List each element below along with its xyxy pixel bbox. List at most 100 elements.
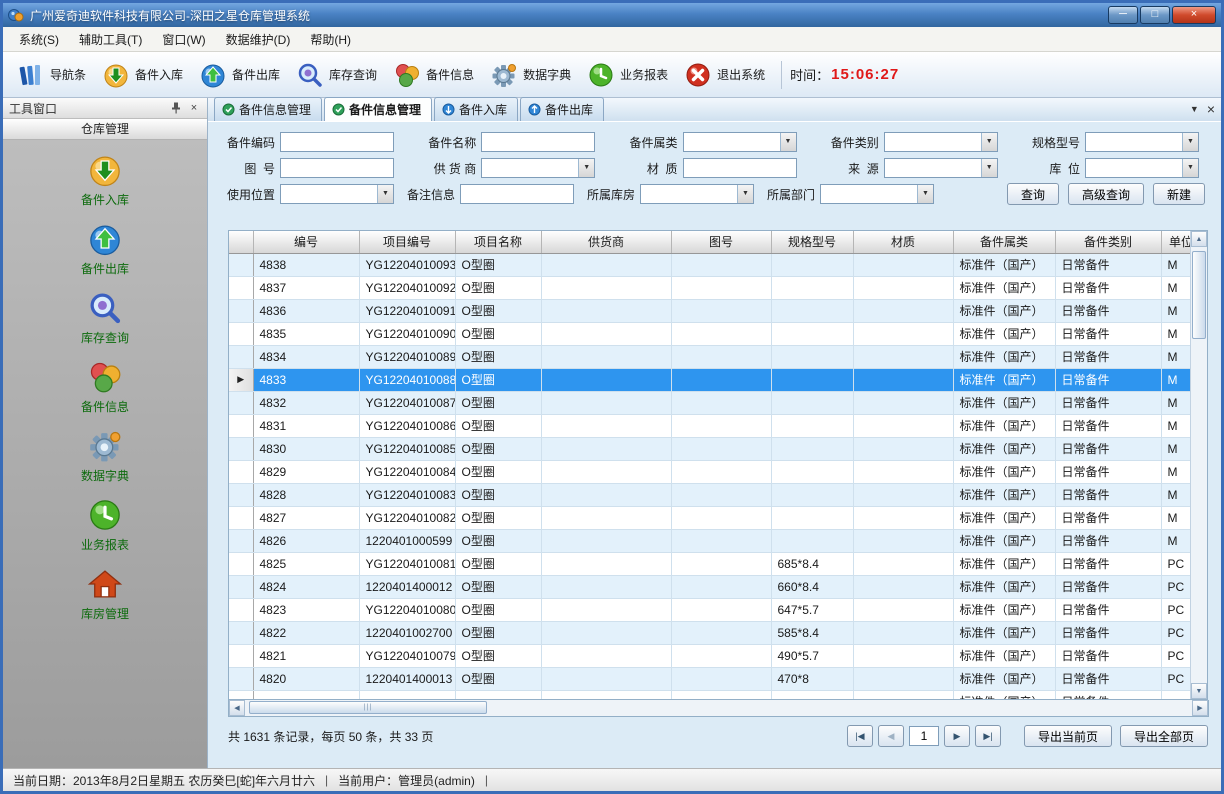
part-category-select[interactable]: ▼ xyxy=(683,132,797,152)
horizontal-scrollbar[interactable]: ◀ ||| ▶ xyxy=(228,700,1209,717)
source-select[interactable]: ▼ xyxy=(884,158,998,178)
column-header[interactable]: 项目名称 xyxy=(455,231,541,253)
scroll-down-icon[interactable]: ▼ xyxy=(1191,683,1207,699)
column-header[interactable]: 规格型号 xyxy=(771,231,853,253)
column-header[interactable]: 项目编号 xyxy=(359,231,455,253)
table-row[interactable]: 4837YG12204010092O型圈标准件（国产）日常备件M xyxy=(229,276,1190,299)
table-row[interactable]: 4821YG12204010079O型圈490*5.7标准件（国产）日常备件PC xyxy=(229,644,1190,667)
inventory-query-button[interactable]: 库存查询 xyxy=(288,56,385,94)
table-row[interactable]: 48261220401000599O型圈标准件（国产）日常备件M xyxy=(229,529,1190,552)
maximize-button[interactable]: □ xyxy=(1140,6,1170,24)
table-row[interactable]: 4831YG12204010086O型圈标准件（国产）日常备件M xyxy=(229,414,1190,437)
nav-bar-button[interactable]: 导航条 xyxy=(9,56,94,94)
parts-inbound-button[interactable]: 备件入库 xyxy=(94,56,191,94)
department-select[interactable]: ▼ xyxy=(820,184,934,204)
drawing-no-input[interactable] xyxy=(280,158,394,178)
supplier-select[interactable]: ▼ xyxy=(481,158,595,178)
use-position-select[interactable]: ▼ xyxy=(280,184,394,204)
tool-window-panel: 工具窗口 × 仓库管理 备件入库 xyxy=(3,98,208,768)
table-row[interactable]: 4835YG12204010090O型圈标准件（国产）日常备件M xyxy=(229,322,1190,345)
column-header[interactable]: 备件属类 xyxy=(953,231,1055,253)
table-row[interactable]: 标准件（国产）日常备件 xyxy=(229,690,1190,699)
row-indicator xyxy=(229,552,253,575)
horizontal-scroll-track[interactable]: ||| xyxy=(245,700,1192,716)
table-row[interactable]: 4825YG12204010081O型圈685*8.4标准件（国产）日常备件PC xyxy=(229,552,1190,575)
part-name-input[interactable] xyxy=(481,132,595,152)
page-number-input[interactable] xyxy=(909,726,939,746)
tab-parts-info-management-1[interactable]: 备件信息管理 xyxy=(214,97,322,121)
table-row[interactable]: 4838YG12204010093O型圈标准件（国产）日常备件M xyxy=(229,253,1190,276)
table-row[interactable]: 4836YG12204010091O型圈标准件（国产）日常备件M xyxy=(229,299,1190,322)
table-row[interactable]: 4834YG12204010089O型圈标准件（国产）日常备件M xyxy=(229,345,1190,368)
menu-data-maintenance[interactable]: 数据维护(D) xyxy=(216,27,301,52)
table-row[interactable]: 48221220401002700O型圈585*8.4标准件（国产）日常备件PC xyxy=(229,621,1190,644)
table-row[interactable]: ▶4833YG12204010088O型圈标准件（国产）日常备件M xyxy=(229,368,1190,391)
next-page-button[interactable]: ▶ xyxy=(944,725,970,747)
sidebar-item-data-dictionary[interactable]: 数据字典 xyxy=(3,428,207,484)
tab-parts-inbound[interactable]: 备件入库 xyxy=(434,97,518,121)
new-button[interactable]: 新建 xyxy=(1153,183,1205,205)
warehouse-management-caption[interactable]: 仓库管理 xyxy=(3,119,207,140)
tab-list-dropdown-icon[interactable]: ▼ xyxy=(1190,104,1199,114)
business-report-button[interactable]: 业务报表 xyxy=(579,56,676,94)
scroll-up-icon[interactable]: ▲ xyxy=(1191,231,1207,247)
table-row[interactable]: 4832YG12204010087O型圈标准件（国产）日常备件M xyxy=(229,391,1190,414)
pin-icon[interactable] xyxy=(169,101,183,115)
sidebar-item-business-report[interactable]: 业务报表 xyxy=(3,497,207,553)
column-header[interactable]: 备件类别 xyxy=(1055,231,1161,253)
column-header[interactable]: 单位 xyxy=(1161,231,1190,253)
vertical-scrollbar[interactable]: ▲ ▼ xyxy=(1190,231,1207,699)
table-row[interactable]: 48201220401400013O型圈470*8标准件（国产）日常备件PC xyxy=(229,667,1190,690)
close-button[interactable]: × xyxy=(1172,6,1216,24)
nav-bar-label: 导航条 xyxy=(50,66,86,83)
material-input[interactable] xyxy=(683,158,797,178)
vertical-scroll-thumb[interactable] xyxy=(1192,251,1206,339)
scroll-left-icon[interactable]: ◀ xyxy=(229,700,245,716)
tab-area-close-icon[interactable]: × xyxy=(1207,101,1215,117)
spec-model-select[interactable]: ▼ xyxy=(1085,132,1199,152)
minimize-button[interactable]: ─ xyxy=(1108,6,1138,24)
table-row[interactable]: 4828YG12204010083O型圈标准件（国产）日常备件M xyxy=(229,483,1190,506)
menu-aux-tools[interactable]: 辅助工具(T) xyxy=(69,27,152,52)
sidebar-item-parts-info[interactable]: 备件信息 xyxy=(3,359,207,415)
table-row[interactable]: 4823YG12204010080O型圈647*5.7标准件（国产）日常备件PC xyxy=(229,598,1190,621)
data-dictionary-button[interactable]: 数据字典 xyxy=(482,56,579,94)
table-row[interactable]: 4827YG12204010082O型圈标准件（国产）日常备件M xyxy=(229,506,1190,529)
column-header[interactable]: 供货商 xyxy=(541,231,671,253)
advanced-query-button[interactable]: 高级查询 xyxy=(1068,183,1144,205)
table-row[interactable]: 4830YG12204010085O型圈标准件（国产）日常备件M xyxy=(229,437,1190,460)
column-header[interactable]: 编号 xyxy=(253,231,359,253)
horizontal-scroll-thumb[interactable]: ||| xyxy=(249,701,487,714)
vertical-scroll-track[interactable] xyxy=(1191,247,1207,683)
tab-parts-outbound[interactable]: 备件出库 xyxy=(520,97,604,121)
tool-window-close-icon[interactable]: × xyxy=(187,101,201,115)
remark-input[interactable] xyxy=(460,184,574,204)
menu-help[interactable]: 帮助(H) xyxy=(300,27,361,52)
part-code-input[interactable] xyxy=(280,132,394,152)
sidebar-item-parts-outbound[interactable]: 备件出库 xyxy=(3,221,207,277)
scroll-right-icon[interactable]: ▶ xyxy=(1192,700,1208,716)
export-current-page-button[interactable]: 导出当前页 xyxy=(1024,725,1112,747)
tab-parts-info-management-2[interactable]: 备件信息管理 xyxy=(324,97,432,121)
bin-location-select[interactable]: ▼ xyxy=(1085,158,1199,178)
menu-system[interactable]: 系统(S) xyxy=(9,27,69,52)
prev-page-button[interactable]: ◀ xyxy=(878,725,904,747)
column-header[interactable]: 材质 xyxy=(853,231,953,253)
query-button[interactable]: 查询 xyxy=(1007,183,1059,205)
column-header[interactable]: 图号 xyxy=(671,231,771,253)
last-page-button[interactable]: ▶| xyxy=(975,725,1001,747)
exit-system-button[interactable]: 退出系统 xyxy=(676,56,773,94)
sidebar-item-parts-inbound[interactable]: 备件入库 xyxy=(3,152,207,208)
export-all-pages-button[interactable]: 导出全部页 xyxy=(1120,725,1208,747)
sidebar-item-warehouse-management[interactable]: 库房管理 xyxy=(3,566,207,622)
tab-icon xyxy=(332,103,345,116)
part-type-select[interactable]: ▼ xyxy=(884,132,998,152)
sidebar-item-inventory-query[interactable]: 库存查询 xyxy=(3,290,207,346)
menu-window[interactable]: 窗口(W) xyxy=(152,27,215,52)
warehouse-select[interactable]: ▼ xyxy=(640,184,754,204)
parts-info-button[interactable]: 备件信息 xyxy=(385,56,482,94)
first-page-button[interactable]: |◀ xyxy=(847,725,873,747)
table-row[interactable]: 4829YG12204010084O型圈标准件（国产）日常备件M xyxy=(229,460,1190,483)
parts-outbound-button[interactable]: 备件出库 xyxy=(191,56,288,94)
table-row[interactable]: 48241220401400012O型圈660*8.4标准件（国产）日常备件PC xyxy=(229,575,1190,598)
